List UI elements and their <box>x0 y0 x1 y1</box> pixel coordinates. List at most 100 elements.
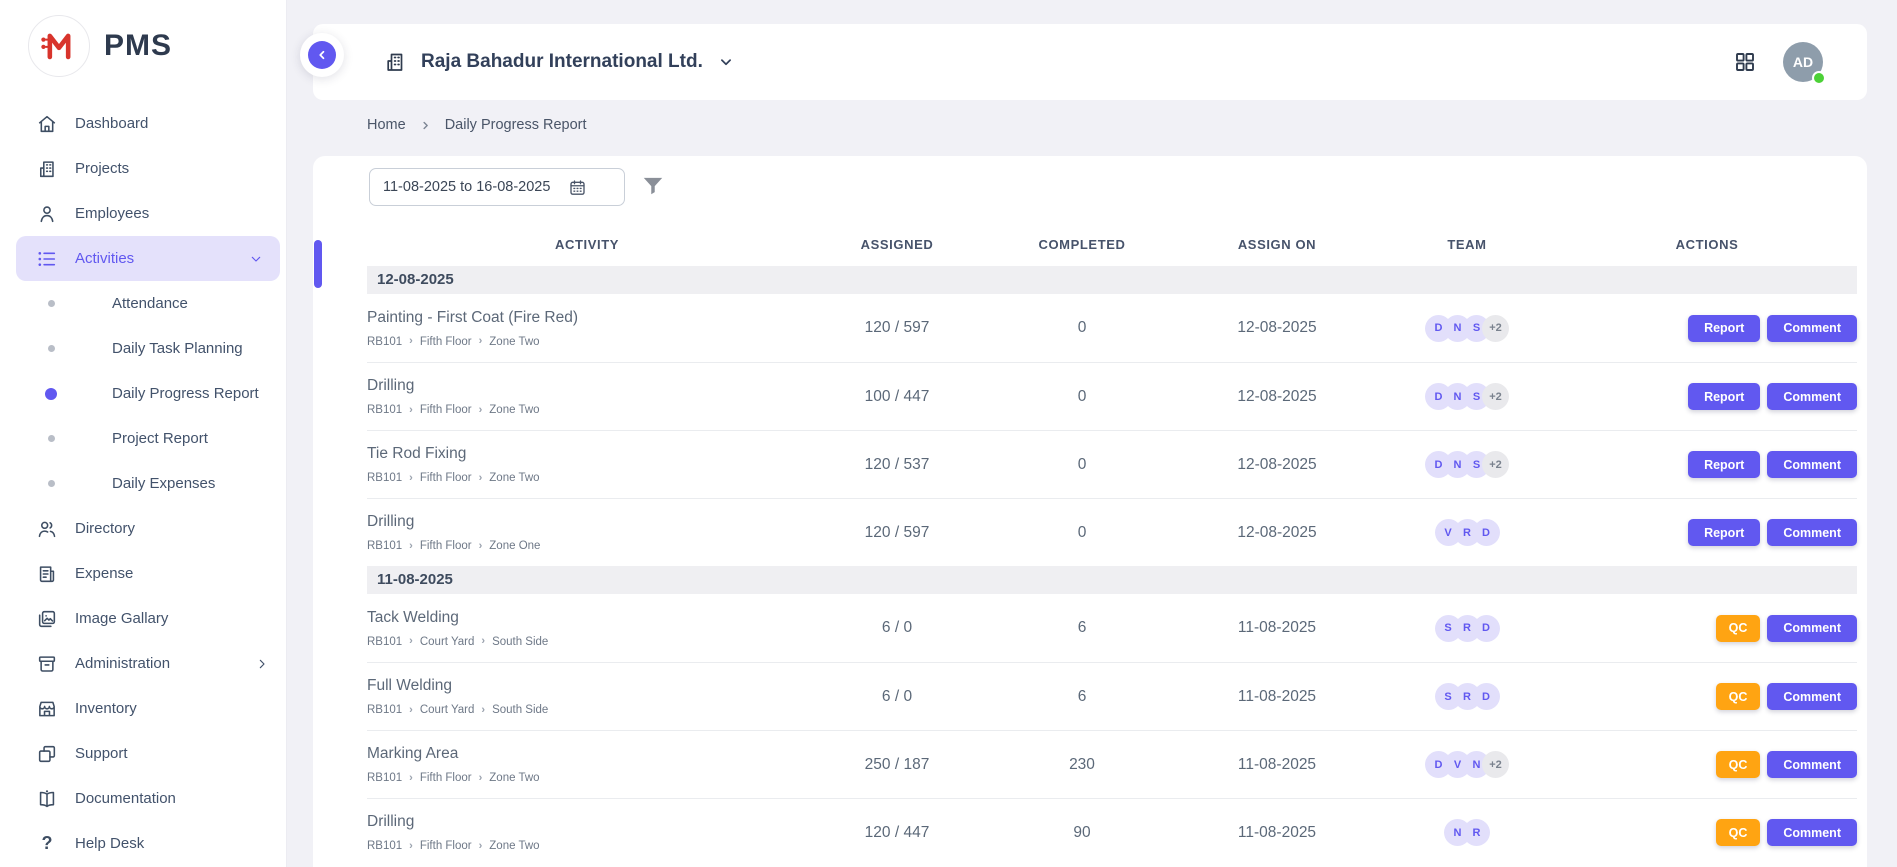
activity-title: Tie Rod Fixing <box>367 445 807 463</box>
sidebar-subitem-label: Daily Expenses <box>112 475 215 492</box>
sidebar-subitem-project-report[interactable]: Project Report <box>0 416 286 461</box>
sidebar-item-label: Administration <box>75 655 170 672</box>
sidebar-subitem-daily-progress-report[interactable]: Daily Progress Report <box>0 371 286 416</box>
completed-value: 0 <box>987 319 1177 337</box>
sidebar-item-documentation[interactable]: Documentation <box>0 776 286 821</box>
row-actions: QCComment <box>1557 683 1857 710</box>
completed-value: 6 <box>987 619 1177 637</box>
team-avatar[interactable]: D <box>1473 615 1500 642</box>
team-avatars: DVN+2 <box>1377 751 1557 778</box>
sidebar-subitem-label: Project Report <box>112 430 208 447</box>
chevron-right-icon: › <box>409 705 413 716</box>
sidebar-item-help-desk[interactable]: ?Help Desk <box>0 821 286 866</box>
report-button[interactable]: Report <box>1688 451 1760 478</box>
path-segment: Fifth Floor <box>420 472 472 484</box>
progress-report-table: ACTIVITYASSIGNEDCOMPLETEDASSIGN ONTEAMAC… <box>367 230 1857 866</box>
team-avatar[interactable]: D <box>1473 683 1500 710</box>
comment-button[interactable]: Comment <box>1767 519 1857 546</box>
team-avatar-more[interactable]: +2 <box>1482 451 1509 478</box>
team-avatar-more[interactable]: +2 <box>1482 315 1509 342</box>
team-avatars: DNS+2 <box>1377 383 1557 410</box>
chevron-left-icon <box>308 41 336 69</box>
activity-path: RB101›Fifth Floor›Zone Two <box>367 772 807 784</box>
sidebar-item-directory[interactable]: Directory <box>0 506 286 551</box>
breadcrumb-home-link[interactable]: Home <box>367 117 406 133</box>
topbar: Raja Bahadur International Ltd. AD <box>313 24 1867 100</box>
sidebar-item-activities[interactable]: Activities <box>16 236 280 281</box>
assign-on-value: 12-08-2025 <box>1177 319 1377 337</box>
team-avatar[interactable]: D <box>1473 519 1500 546</box>
sidebar-item-image-gallary[interactable]: Image Gallary <box>0 596 286 641</box>
sidebar-item-label: Support <box>75 745 128 762</box>
activity-cell: Drilling RB101›Fifth Floor›Zone Two <box>367 813 807 852</box>
sidebar-subitem-daily-expenses[interactable]: Daily Expenses <box>0 461 286 506</box>
date-range-picker[interactable] <box>369 168 625 206</box>
comment-button[interactable]: Comment <box>1767 451 1857 478</box>
chevron-right-icon: › <box>409 636 413 647</box>
path-segment: Fifth Floor <box>420 840 472 852</box>
layers-icon <box>36 743 58 765</box>
chevron-right-icon: › <box>479 773 483 784</box>
chevron-right-icon: › <box>479 473 483 484</box>
topbar-actions: AD <box>1733 42 1823 82</box>
activity-cell: Drilling RB101›Fifth Floor›Zone One <box>367 513 807 552</box>
assigned-value: 100 / 447 <box>807 388 987 406</box>
qc-button[interactable]: QC <box>1716 615 1761 642</box>
team-avatar-more[interactable]: +2 <box>1482 383 1509 410</box>
sidebar-item-inventory[interactable]: Inventory <box>0 686 286 731</box>
qc-button[interactable]: QC <box>1716 819 1761 846</box>
activity-path: RB101›Fifth Floor›Zone One <box>367 540 807 552</box>
sidebar-collapse-button[interactable] <box>300 33 344 77</box>
completed-value: 0 <box>987 388 1177 406</box>
team-avatars: DNS+2 <box>1377 315 1557 342</box>
user-avatar[interactable]: AD <box>1783 42 1823 82</box>
sidebar-subitem-label: Attendance <box>112 295 188 312</box>
team-avatar-more[interactable]: +2 <box>1482 751 1509 778</box>
path-segment: Fifth Floor <box>420 404 472 416</box>
sidebar-item-projects[interactable]: Projects <box>0 146 286 191</box>
qc-button[interactable]: QC <box>1716 751 1761 778</box>
sidebar-item-employees[interactable]: Employees <box>0 191 286 236</box>
team-avatar[interactable]: R <box>1463 819 1490 846</box>
path-segment: Fifth Floor <box>420 772 472 784</box>
comment-button[interactable]: Comment <box>1767 683 1857 710</box>
home-icon <box>36 113 58 135</box>
table-body: 12-08-2025 Painting - First Coat (Fire R… <box>367 266 1857 866</box>
comment-button[interactable]: Comment <box>1767 751 1857 778</box>
sidebar-subitem-daily-task-planning[interactable]: Daily Task Planning <box>0 326 286 371</box>
qc-button[interactable]: QC <box>1716 683 1761 710</box>
sidebar-subitem-label: Daily Progress Report <box>112 385 259 402</box>
filter-funnel-icon[interactable] <box>640 173 666 199</box>
activity-cell: Full Welding RB101›Court Yard›South Side <box>367 677 807 716</box>
comment-button[interactable]: Comment <box>1767 615 1857 642</box>
path-segment: RB101 <box>367 636 402 648</box>
breadcrumb-current: Daily Progress Report <box>445 117 587 133</box>
path-segment: Zone Two <box>489 840 539 852</box>
report-button[interactable]: Report <box>1688 315 1760 342</box>
chevron-down-icon <box>248 251 264 267</box>
comment-button[interactable]: Comment <box>1767 819 1857 846</box>
assigned-value: 120 / 447 <box>807 824 987 842</box>
report-button[interactable]: Report <box>1688 519 1760 546</box>
chevron-right-icon: › <box>409 405 413 416</box>
sidebar-item-support[interactable]: Support <box>0 731 286 776</box>
report-button[interactable]: Report <box>1688 383 1760 410</box>
book-icon <box>36 788 58 810</box>
sidebar-item-administration[interactable]: Administration <box>0 641 286 686</box>
company-selector[interactable]: Raja Bahadur International Ltd. <box>383 50 735 74</box>
sidebar-subitem-attendance[interactable]: Attendance <box>0 281 286 326</box>
sidebar-item-label: Inventory <box>75 700 137 717</box>
apps-grid-icon[interactable] <box>1733 50 1757 74</box>
sidebar-item-dashboard[interactable]: Dashboard <box>0 101 286 146</box>
comment-button[interactable]: Comment <box>1767 383 1857 410</box>
sidebar-item-expense[interactable]: Expense <box>0 551 286 596</box>
row-actions: QCComment <box>1557 751 1857 778</box>
brand-logo[interactable]: PMS <box>0 0 286 77</box>
path-segment: South Side <box>492 704 548 716</box>
date-range-input[interactable] <box>370 179 568 195</box>
path-segment: RB101 <box>367 540 402 552</box>
chevron-right-icon: › <box>479 336 483 347</box>
comment-button[interactable]: Comment <box>1767 315 1857 342</box>
path-segment: Fifth Floor <box>420 336 472 348</box>
chevron-right-icon <box>419 119 432 132</box>
